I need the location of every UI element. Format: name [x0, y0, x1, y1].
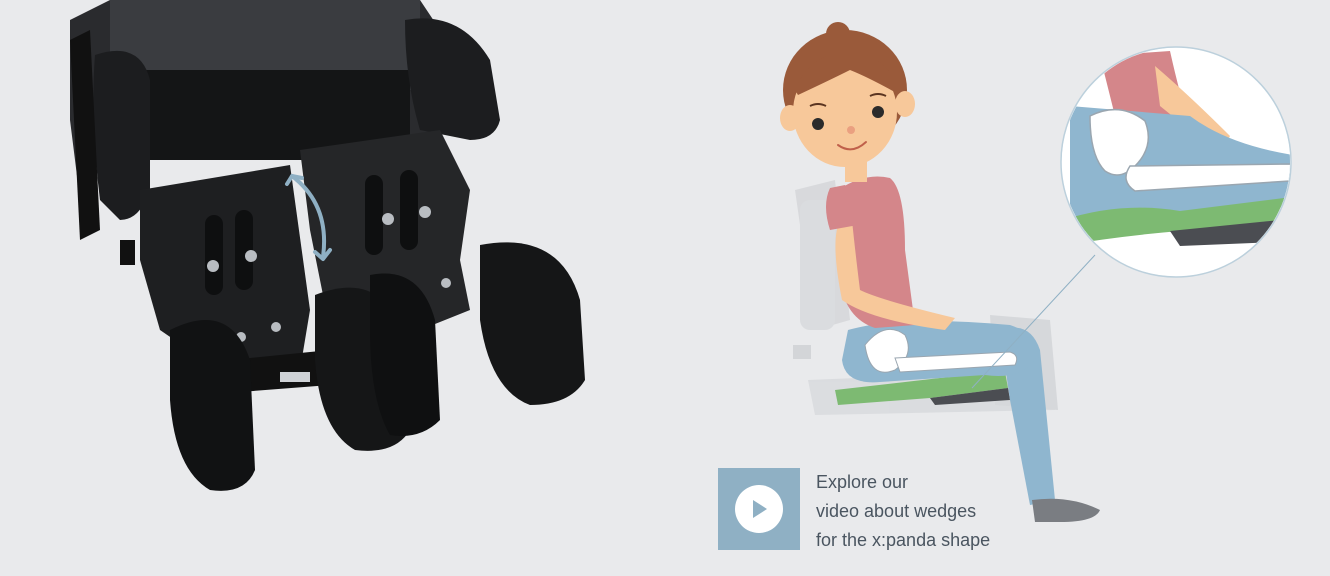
play-icon	[735, 485, 783, 533]
video-link[interactable]: Explore our video about wedges for the x…	[718, 468, 990, 555]
cta-line: for the x:panda shape	[816, 530, 991, 550]
cta-line: video about wedges	[816, 501, 977, 521]
video-link-text[interactable]: Explore our video about wedges for the x…	[816, 468, 990, 555]
product-panel: Explore our video about wedges for the x…	[0, 0, 1330, 576]
play-button[interactable]	[718, 468, 800, 550]
cta-line: Explore our	[816, 472, 909, 492]
wedge-detail-zoom	[1060, 46, 1292, 278]
seat-photo	[70, 0, 585, 491]
